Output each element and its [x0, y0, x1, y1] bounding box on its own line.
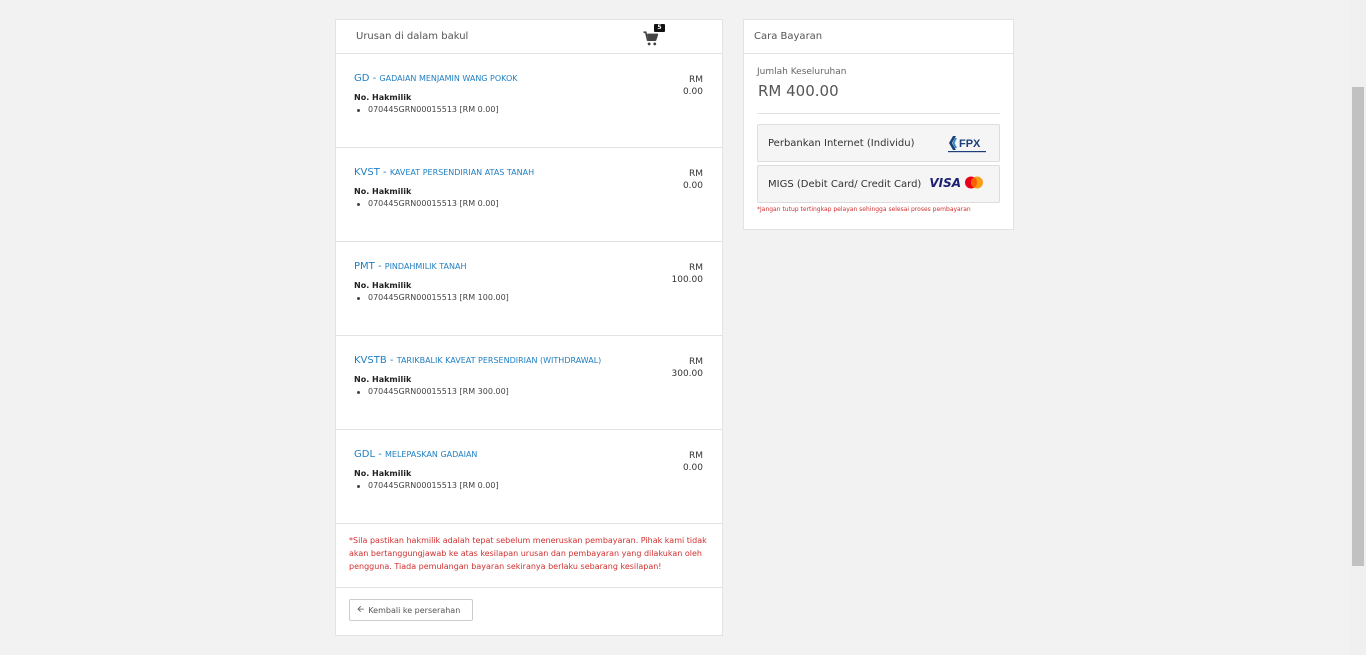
cart-count-badge: 5 — [654, 24, 665, 32]
cart-item: KVSTB - TARIKBALIK KAVEAT PERSENDIRIAN (… — [336, 336, 722, 430]
item-title[interactable]: GDL - MELEPASKAN GADAIAN — [354, 449, 477, 460]
item-hakmilik: 070445GRN00015513 [RM 0.00] — [357, 199, 499, 208]
cart-panel: Urusan di dalam bakul 5 GD - GADAIAN MEN… — [335, 19, 723, 636]
cart-item: KVST - KAVEAT PERSENDIRIAN ATAS TANAH No… — [336, 148, 722, 242]
item-amount: RM 0.00 — [682, 75, 703, 97]
item-label: No. Hakmilik — [354, 469, 412, 478]
visa-logo: VISA — [929, 176, 961, 190]
item-amount: RM 300.00 — [671, 357, 704, 379]
fpx-payment-button[interactable]: Perbankan Internet (Individu) FPX — [757, 124, 1000, 162]
cart-title: Urusan di dalam bakul — [356, 31, 469, 42]
item-name: PINDAHMILIK TANAH — [384, 262, 467, 271]
mastercard-logo — [965, 176, 983, 189]
cart-item: GDL - MELEPASKAN GADAIAN No. Hakmilik 07… — [336, 430, 722, 524]
item-code: KVSTB — [354, 355, 387, 366]
item-code: GDL — [354, 449, 376, 460]
item-label: No. Hakmilik — [354, 93, 412, 102]
item-amount: RM 0.00 — [682, 451, 703, 473]
svg-text:FPX: FPX — [959, 138, 981, 150]
fpx-payment-label: Perbankan Internet (Individu) — [768, 137, 915, 149]
cart-icon[interactable] — [642, 30, 660, 48]
item-hakmilik: 070445GRN00015513 [RM 0.00] — [357, 481, 499, 490]
item-name: TARIKBALIK KAVEAT PERSENDIRIAN (WITHDRAW… — [396, 356, 602, 365]
item-label: No. Hakmilik — [354, 281, 412, 290]
item-code: KVST — [354, 167, 380, 178]
arrow-left-icon: 🡨 — [357, 605, 365, 615]
cart-item: GD - GADAIAN MENJAMIN WANG POKOK No. Hak… — [336, 54, 722, 148]
item-label: No. Hakmilik — [354, 375, 412, 384]
back-button[interactable]: 🡨 Kembali ke perserahan — [349, 599, 473, 621]
disclaimer-section: *Sila pastikan hakmilik adalah tepat seb… — [336, 524, 722, 588]
cart-header: Urusan di dalam bakul 5 — [336, 20, 722, 54]
payment-panel: Cara Bayaran Jumlah Keseluruhan RM 400.0… — [743, 19, 1014, 230]
item-title[interactable]: PMT - PINDAHMILIK TANAH — [354, 261, 467, 272]
item-hakmilik: 070445GRN00015513 [RM 300.00] — [357, 387, 509, 396]
migs-payment-button[interactable]: MIGS (Debit Card/ Credit Card) VISA — [757, 165, 1000, 203]
divider — [757, 113, 1000, 114]
item-amount: RM 0.00 — [682, 169, 703, 191]
item-code: GD — [354, 73, 370, 84]
total-value: RM 400.00 — [758, 82, 839, 100]
disclaimer-text: *Sila pastikan hakmilik adalah tepat seb… — [349, 536, 707, 571]
back-button-label: Kembali ke perserahan — [368, 605, 461, 615]
item-name: GADAIAN MENJAMIN WANG POKOK — [379, 74, 518, 83]
payment-title: Cara Bayaran — [754, 31, 823, 42]
item-hakmilik: 070445GRN00015513 [RM 0.00] — [357, 105, 499, 114]
item-name: KAVEAT PERSENDIRIAN ATAS TANAH — [389, 168, 535, 177]
item-title[interactable]: KVSTB - TARIKBALIK KAVEAT PERSENDIRIAN (… — [354, 355, 601, 366]
scrollbar[interactable] — [1349, 0, 1366, 655]
item-title[interactable]: KVST - KAVEAT PERSENDIRIAN ATAS TANAH — [354, 167, 534, 178]
scrollbar-thumb[interactable] — [1352, 87, 1364, 566]
item-amount: RM 100.00 — [671, 263, 704, 285]
fpx-logo: FPX — [948, 136, 986, 153]
item-title[interactable]: GD - GADAIAN MENJAMIN WANG POKOK — [354, 73, 518, 84]
item-code: PMT — [354, 261, 375, 272]
migs-payment-label: MIGS (Debit Card/ Credit Card) — [768, 178, 922, 190]
cart-item: PMT - PINDAHMILIK TANAH No. Hakmilik 070… — [336, 242, 722, 336]
item-name: MELEPASKAN GADAIAN — [385, 450, 478, 459]
payment-warning: *Jangan tutup tertingkap pelayan sehingg… — [757, 206, 971, 213]
item-label: No. Hakmilik — [354, 187, 412, 196]
payment-header: Cara Bayaran — [744, 20, 1013, 54]
item-hakmilik: 070445GRN00015513 [RM 100.00] — [357, 293, 509, 302]
total-label: Jumlah Keseluruhan — [757, 67, 847, 77]
